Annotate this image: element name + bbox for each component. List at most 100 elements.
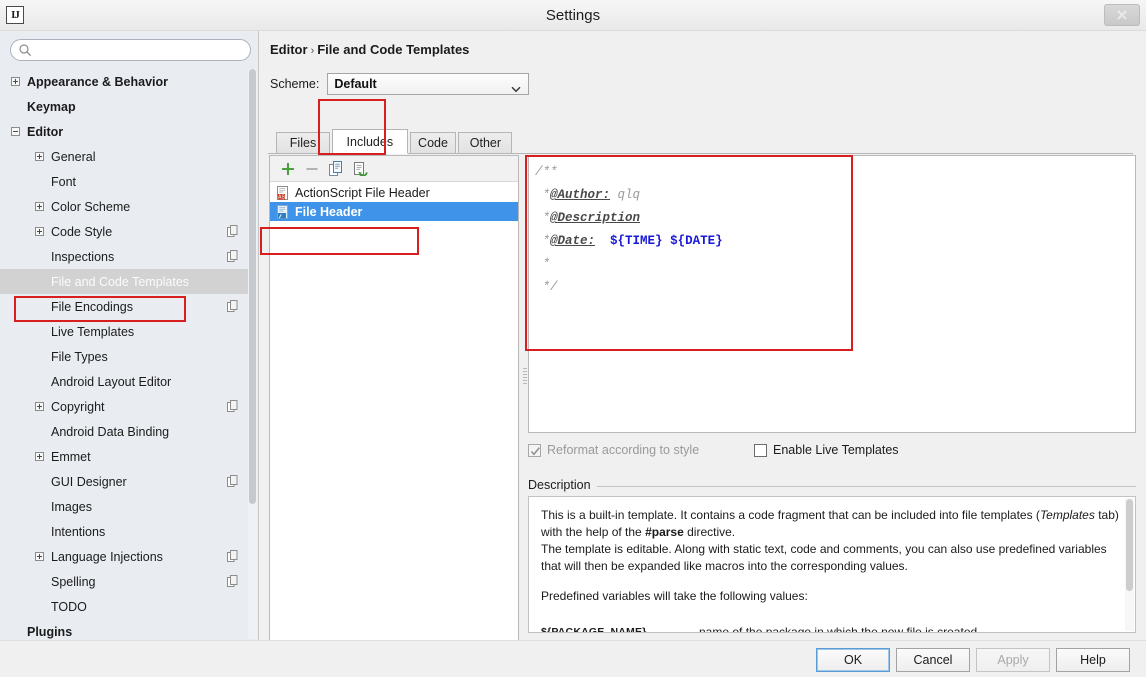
list-item[interactable]: File Header <box>270 202 518 221</box>
description-scrollbar[interactable] <box>1125 498 1134 631</box>
sidebar-item-label: Images <box>51 499 92 514</box>
code-line: /** <box>535 161 723 184</box>
sidebar-item-label: Color Scheme <box>51 199 131 214</box>
sidebar-item-file-and-code-templates[interactable]: File and Code Templates <box>0 269 252 294</box>
code-token: * <box>535 234 551 248</box>
sidebar-item-font[interactable]: Font <box>0 169 252 194</box>
settings-dialog: IJ Settings Appearance & Behavior Keymap E… <box>0 0 1146 677</box>
sidebar-scrollbar-thumb[interactable] <box>249 69 256 504</box>
sidebar-item-emmet[interactable]: Emmet <box>0 444 252 469</box>
expand-icon[interactable] <box>35 152 44 161</box>
sidebar-item-label: Inspections <box>51 249 115 264</box>
expand-icon[interactable] <box>11 77 20 86</box>
search-field[interactable] <box>10 39 251 61</box>
tab-includes[interactable]: Includes <box>332 129 408 154</box>
sidebar-item-intentions[interactable]: Intentions <box>0 519 252 544</box>
expand-icon[interactable] <box>35 452 44 461</box>
template-list-panel: AS ActionScript File Header File Header <box>269 155 519 660</box>
search-input[interactable] <box>10 39 251 61</box>
help-button[interactable]: Help <box>1056 648 1130 672</box>
sidebar-item-android-data-binding[interactable]: Android Data Binding <box>0 419 252 444</box>
list-item-label: File Header <box>295 204 363 219</box>
expand-icon[interactable] <box>35 202 44 211</box>
list-item[interactable]: AS ActionScript File Header <box>270 183 518 202</box>
sidebar-item-label: Android Data Binding <box>51 424 170 439</box>
plus-icon[interactable] <box>276 158 300 180</box>
sidebar-item-label: Appearance & Behavior <box>27 74 169 89</box>
minus-icon <box>300 158 324 180</box>
sidebar-item-file-encodings[interactable]: File Encodings <box>0 294 252 319</box>
description-scrollbar-thumb[interactable] <box>1126 499 1133 591</box>
reset-icon[interactable] <box>348 158 372 180</box>
sidebar-item-label: Font <box>51 174 77 189</box>
reformat-checkbox[interactable]: Reformat according to style <box>528 443 699 457</box>
copyable-scheme-icon <box>227 300 238 312</box>
tab-label: Code <box>418 136 448 150</box>
tab-files[interactable]: Files <box>276 132 330 153</box>
expand-icon[interactable] <box>35 552 44 561</box>
sidebar-item-keymap[interactable]: Keymap <box>0 94 252 119</box>
code-token: /** <box>535 165 558 179</box>
sidebar-item-appearance-behavior[interactable]: Appearance & Behavior <box>0 69 252 94</box>
sidebar-item-live-templates[interactable]: Live Templates <box>0 319 252 344</box>
description-group: Description This is a built-in template.… <box>528 478 1136 633</box>
sidebar-item-label: Android Layout Editor <box>51 374 172 389</box>
sidebar-item-copyright[interactable]: Copyright <box>0 394 252 419</box>
code-line: *@Description <box>535 207 723 230</box>
reformat-checkbox-label: Reformat according to style <box>547 443 700 457</box>
description-paragraph-3: Predefined variables will take the follo… <box>541 589 808 603</box>
sidebar-item-label: Spelling <box>51 574 96 589</box>
sidebar-item-spelling[interactable]: Spelling <box>0 569 252 594</box>
collapse-icon[interactable] <box>11 127 20 136</box>
template-variable: ${TIME} <box>610 234 663 248</box>
sidebar-item-code-style[interactable]: Code Style <box>0 219 252 244</box>
sidebar-item-todo[interactable]: TODO <box>0 594 252 619</box>
code-token: */ <box>535 280 558 294</box>
copyable-scheme-icon <box>227 225 238 237</box>
sidebar-item-android-layout-editor[interactable]: Android Layout Editor <box>0 369 252 394</box>
live-templates-checkbox[interactable]: Enable Live Templates <box>754 443 899 457</box>
cancel-button[interactable]: Cancel <box>896 648 970 672</box>
close-icon[interactable] <box>1104 4 1140 26</box>
sidebar-scrollbar[interactable] <box>248 69 257 639</box>
predefined-variables-table: ${PACKAGE_NAME} name of the package in wh… <box>541 618 1121 633</box>
expand-icon[interactable] <box>35 227 44 236</box>
sidebar-item-plugins[interactable]: Plugins <box>0 619 252 641</box>
copyable-scheme-icon <box>227 475 238 487</box>
scheme-label: Scheme: <box>270 77 320 91</box>
description-paragraph-2: The template is editable. Along with sta… <box>541 542 1107 573</box>
button-label: OK <box>843 653 863 667</box>
sidebar-item-color-scheme[interactable]: Color Scheme <box>0 194 252 219</box>
tab-code[interactable]: Code <box>409 132 457 153</box>
sidebar-item-label: TODO <box>51 599 87 614</box>
variable-name: ${PACKAGE_NAME} <box>541 626 647 633</box>
file-icon <box>276 204 290 219</box>
sidebar-item-editor[interactable]: Editor <box>0 119 252 144</box>
sidebar-item-inspections[interactable]: Inspections <box>0 244 252 269</box>
settings-tree: Appearance & Behavior Keymap Editor General… <box>0 69 252 641</box>
tab-other[interactable]: Other <box>458 132 513 153</box>
list-item-label: ActionScript File Header <box>295 185 430 200</box>
template-editor-code[interactable]: /** *@Author: qlq *@Description *@Date: … <box>535 161 723 299</box>
sidebar-item-general[interactable]: General <box>0 144 252 169</box>
sidebar-item-gui-designer[interactable]: GUI Designer <box>0 469 252 494</box>
sidebar-item-language-injections[interactable]: Language Injections <box>0 544 252 569</box>
sidebar-item-label: Plugins <box>27 624 73 639</box>
actionscript-file-icon: AS <box>276 185 290 200</box>
ok-button[interactable]: OK <box>816 648 890 672</box>
sidebar-item-file-types[interactable]: File Types <box>0 344 252 369</box>
copy-icon[interactable] <box>324 158 348 180</box>
description-paragraph-1: This is a built-in template. It contains… <box>541 507 1121 541</box>
scheme-select[interactable]: Default <box>327 73 530 96</box>
settings-content: Editor › File and Code Templates Scheme: D… <box>260 31 1146 660</box>
variable-row: ${PACKAGE_NAME} name of the package in wh… <box>541 618 1121 633</box>
expand-icon[interactable] <box>35 402 44 411</box>
template-editor[interactable]: /** *@Author: qlq *@Description *@Date: … <box>528 155 1136 433</box>
tab-label: Files <box>289 136 317 150</box>
code-token: @Date: <box>550 234 596 248</box>
code-token: * <box>535 188 551 202</box>
code-line: */ <box>535 276 723 299</box>
chevron-down-icon <box>511 82 521 96</box>
scheme-selected-value: Default <box>334 77 377 91</box>
sidebar-item-images[interactable]: Images <box>0 494 252 519</box>
